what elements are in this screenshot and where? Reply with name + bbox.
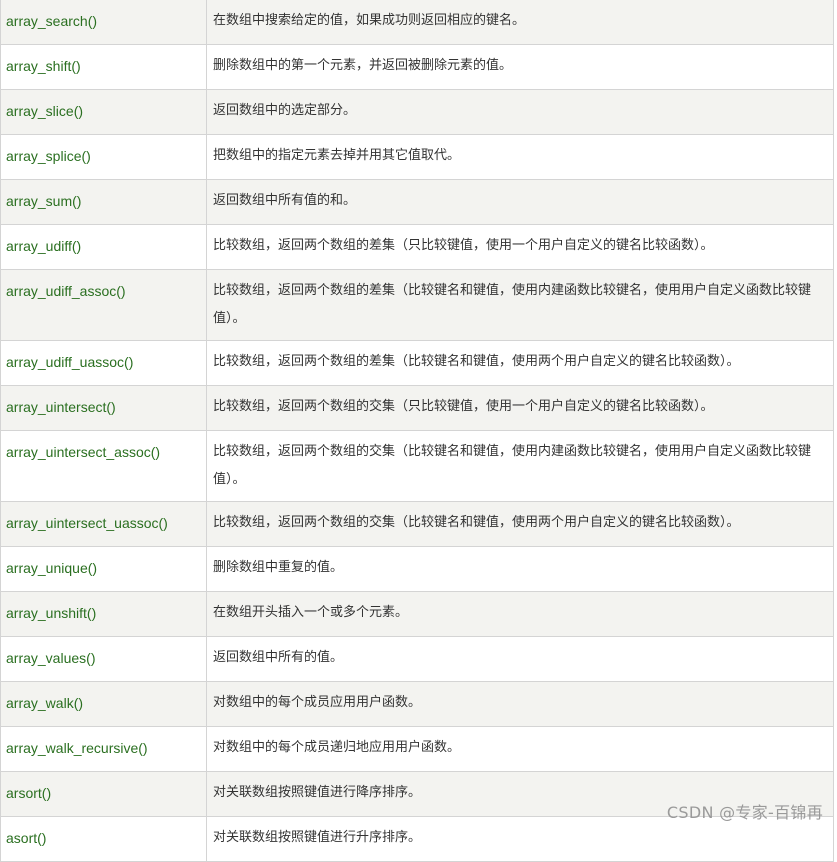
table-row: array_search() 在数组中搜索给定的值，如果成功则返回相应的键名。 bbox=[0, 0, 834, 45]
function-description: 对关联数组按照键值进行升序排序。 bbox=[206, 816, 834, 862]
table-row: array_udiff() 比较数组，返回两个数组的差集（只比较键值，使用一个用… bbox=[0, 224, 834, 270]
function-name-cell: arsort() bbox=[0, 771, 207, 817]
function-name-cell: array_udiff() bbox=[0, 224, 207, 270]
function-link[interactable]: array_udiff_assoc() bbox=[6, 283, 126, 299]
table-row: array_uintersect_assoc() 比较数组，返回两个数组的交集（… bbox=[0, 430, 834, 502]
table-row: array_udiff_assoc() 比较数组，返回两个数组的差集（比较键名和… bbox=[0, 269, 834, 341]
function-description: 对数组中的每个成员应用用户函数。 bbox=[206, 681, 834, 727]
function-name-cell: asort() bbox=[0, 816, 207, 862]
function-link[interactable]: array_uintersect() bbox=[6, 399, 116, 415]
function-description: 删除数组中重复的值。 bbox=[206, 546, 834, 592]
function-description: 返回数组中所有的值。 bbox=[206, 636, 834, 682]
table-row: array_sum() 返回数组中所有值的和。 bbox=[0, 179, 834, 225]
function-name-cell: array_uintersect() bbox=[0, 385, 207, 431]
function-description: 比较数组，返回两个数组的交集（比较键名和键值，使用内建函数比较键名，使用用户自定… bbox=[206, 430, 834, 502]
function-description: 比较数组，返回两个数组的差集（只比较键值，使用一个用户自定义的键名比较函数）。 bbox=[206, 224, 834, 270]
function-reference-table: array_search() 在数组中搜索给定的值，如果成功则返回相应的键名。 … bbox=[0, 0, 834, 862]
table-row: array_uintersect_uassoc() 比较数组，返回两个数组的交集… bbox=[0, 501, 834, 547]
function-link[interactable]: array_uintersect_assoc() bbox=[6, 444, 160, 460]
function-description: 比较数组，返回两个数组的差集（比较键名和键值，使用两个用户自定义的键名比较函数）… bbox=[206, 340, 834, 386]
function-description: 在数组开头插入一个或多个元素。 bbox=[206, 591, 834, 637]
function-name-cell: array_walk() bbox=[0, 681, 207, 727]
function-link[interactable]: array_walk() bbox=[6, 695, 83, 711]
function-name-cell: array_uintersect_uassoc() bbox=[0, 501, 207, 547]
function-name-cell: array_unshift() bbox=[0, 591, 207, 637]
table-row: array_values() 返回数组中所有的值。 bbox=[0, 636, 834, 682]
function-name-cell: array_unique() bbox=[0, 546, 207, 592]
function-description: 删除数组中的第一个元素，并返回被删除元素的值。 bbox=[206, 44, 834, 90]
function-name-cell: array_sum() bbox=[0, 179, 207, 225]
function-link[interactable]: array_slice() bbox=[6, 103, 83, 119]
table-row: asort() 对关联数组按照键值进行升序排序。 bbox=[0, 816, 834, 862]
function-description: 返回数组中的选定部分。 bbox=[206, 89, 834, 135]
function-table-body: array_search() 在数组中搜索给定的值，如果成功则返回相应的键名。 … bbox=[0, 0, 834, 862]
function-name-cell: array_splice() bbox=[0, 134, 207, 180]
function-description: 把数组中的指定元素去掉并用其它值取代。 bbox=[206, 134, 834, 180]
function-link[interactable]: asort() bbox=[6, 830, 46, 846]
function-name-cell: array_walk_recursive() bbox=[0, 726, 207, 772]
function-link[interactable]: array_values() bbox=[6, 650, 95, 666]
table-row: array_uintersect() 比较数组，返回两个数组的交集（只比较键值，… bbox=[0, 385, 834, 431]
function-link[interactable]: array_search() bbox=[6, 13, 97, 29]
function-name-cell: array_uintersect_assoc() bbox=[0, 430, 207, 502]
function-link[interactable]: array_sum() bbox=[6, 193, 81, 209]
function-link[interactable]: array_walk_recursive() bbox=[6, 740, 148, 756]
function-link[interactable]: array_udiff() bbox=[6, 238, 81, 254]
table-row: array_udiff_uassoc() 比较数组，返回两个数组的差集（比较键名… bbox=[0, 340, 834, 386]
function-link[interactable]: array_splice() bbox=[6, 148, 91, 164]
function-link[interactable]: array_uintersect_uassoc() bbox=[6, 515, 168, 531]
table-row: array_unique() 删除数组中重复的值。 bbox=[0, 546, 834, 592]
function-description: 对数组中的每个成员递归地应用用户函数。 bbox=[206, 726, 834, 772]
function-name-cell: array_udiff_assoc() bbox=[0, 269, 207, 341]
table-row: array_splice() 把数组中的指定元素去掉并用其它值取代。 bbox=[0, 134, 834, 180]
function-name-cell: array_values() bbox=[0, 636, 207, 682]
table-row: array_walk_recursive() 对数组中的每个成员递归地应用用户函… bbox=[0, 726, 834, 772]
table-row: array_slice() 返回数组中的选定部分。 bbox=[0, 89, 834, 135]
table-row: array_unshift() 在数组开头插入一个或多个元素。 bbox=[0, 591, 834, 637]
function-link[interactable]: array_unshift() bbox=[6, 605, 96, 621]
function-name-cell: array_udiff_uassoc() bbox=[0, 340, 207, 386]
function-description: 返回数组中所有值的和。 bbox=[206, 179, 834, 225]
function-description: 比较数组，返回两个数组的交集（比较键名和键值，使用两个用户自定义的键名比较函数）… bbox=[206, 501, 834, 547]
function-name-cell: array_search() bbox=[0, 0, 207, 45]
function-name-cell: array_slice() bbox=[0, 89, 207, 135]
function-link[interactable]: array_shift() bbox=[6, 58, 81, 74]
function-name-cell: array_shift() bbox=[0, 44, 207, 90]
function-link[interactable]: array_udiff_uassoc() bbox=[6, 354, 133, 370]
table-row: array_shift() 删除数组中的第一个元素，并返回被删除元素的值。 bbox=[0, 44, 834, 90]
table-row: array_walk() 对数组中的每个成员应用用户函数。 bbox=[0, 681, 834, 727]
function-link[interactable]: array_unique() bbox=[6, 560, 97, 576]
function-description: 在数组中搜索给定的值，如果成功则返回相应的键名。 bbox=[206, 0, 834, 45]
function-description: 比较数组，返回两个数组的交集（只比较键值，使用一个用户自定义的键名比较函数）。 bbox=[206, 385, 834, 431]
csdn-watermark: CSDN @专家-百锦再 bbox=[666, 803, 823, 822]
function-description: 比较数组，返回两个数组的差集（比较键名和键值，使用内建函数比较键名，使用用户自定… bbox=[206, 269, 834, 341]
function-link[interactable]: arsort() bbox=[6, 785, 51, 801]
